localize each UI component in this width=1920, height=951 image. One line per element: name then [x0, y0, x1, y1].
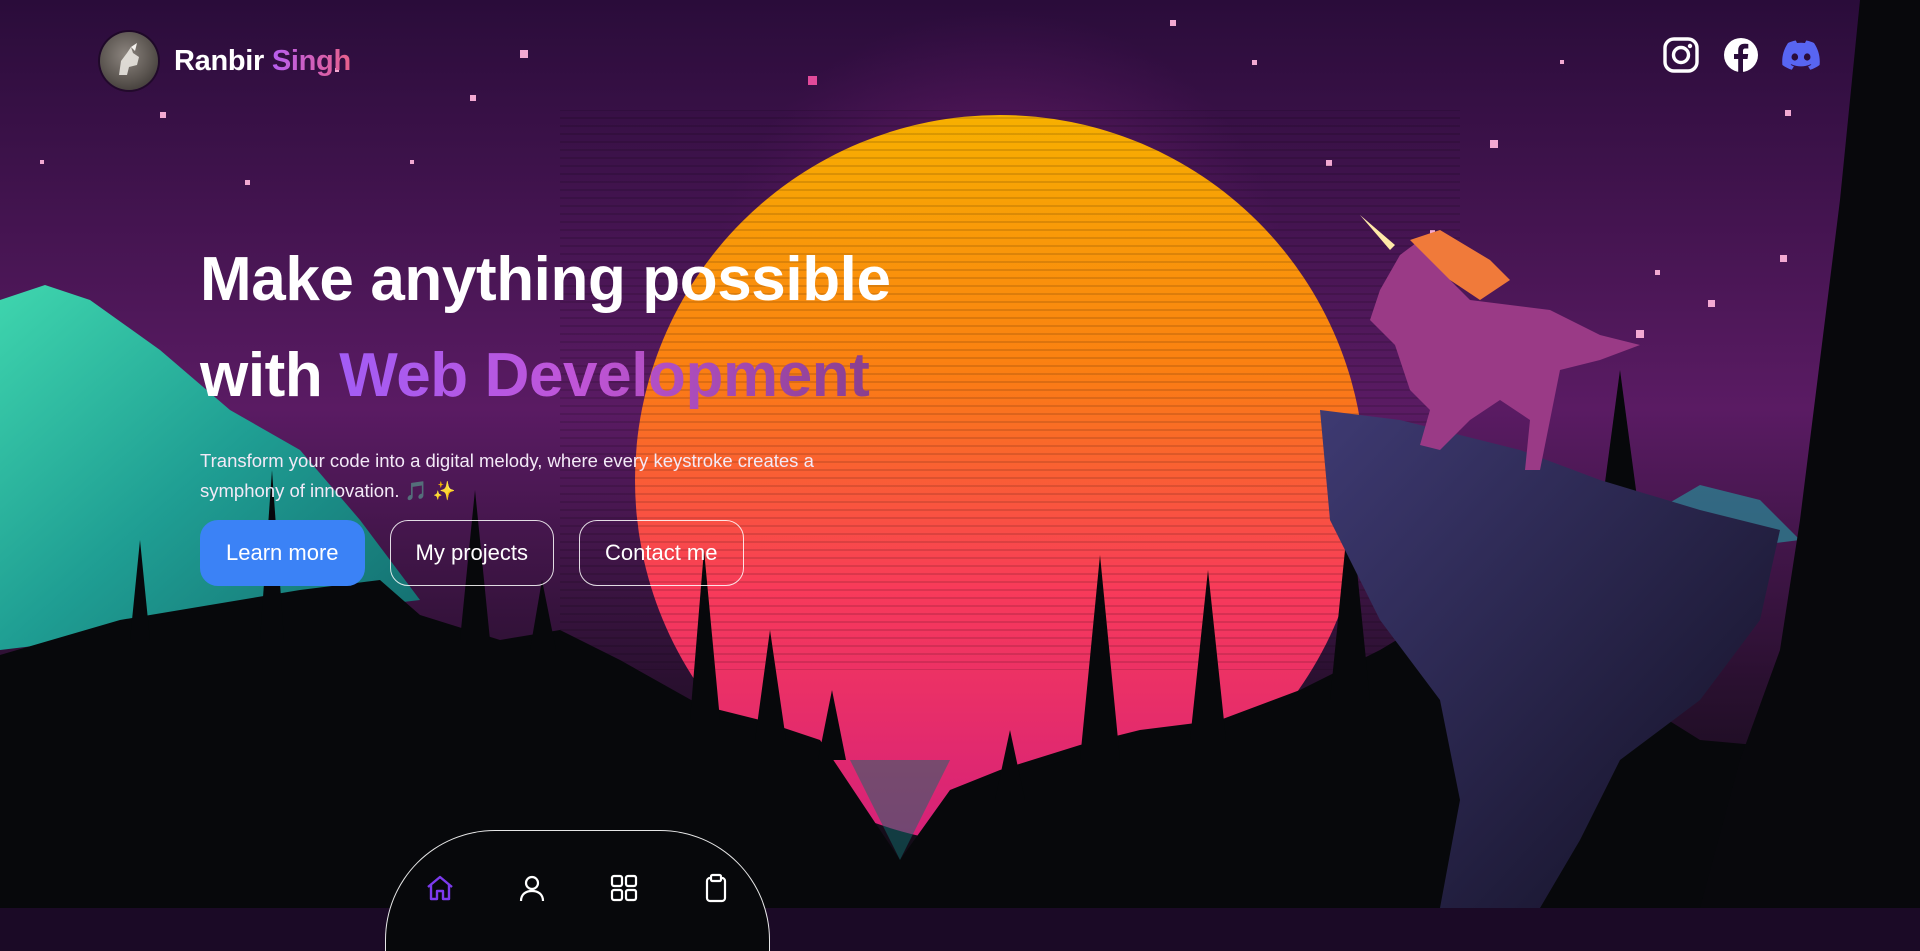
headline-line1: Make anything possible [200, 245, 891, 314]
bottom-dock-nav [385, 830, 770, 951]
headline-line2-prefix: with [200, 341, 340, 410]
cta-buttons: Learn more My projects Contact me [200, 520, 744, 586]
contact-me-button[interactable]: Contact me [579, 520, 744, 586]
hero-subtitle: Transform your code into a digital melod… [200, 450, 814, 501]
hero-headline: Make anything possible with Web Developm… [200, 232, 960, 424]
brand-first-name: Ranbir [174, 44, 265, 77]
social-links [1662, 36, 1820, 74]
hero-section: Make anything possible with Web Developm… [200, 232, 960, 506]
brand-last-name: Singh [271, 44, 351, 77]
home-icon[interactable] [417, 865, 463, 911]
unicorn-avatar-icon [100, 32, 158, 90]
instagram-icon[interactable] [1662, 36, 1700, 74]
brand[interactable]: Ranbir Singh [100, 32, 351, 90]
my-projects-button[interactable]: My projects [389, 520, 554, 586]
brand-name: Ranbir Singh [174, 45, 351, 78]
facebook-icon[interactable] [1722, 36, 1760, 74]
headline-highlight: Web Development [339, 341, 870, 410]
learn-more-button[interactable]: Learn more [200, 520, 365, 586]
discord-icon[interactable] [1782, 36, 1820, 74]
grid-icon[interactable] [601, 865, 647, 911]
top-nav: Ranbir Singh [0, 0, 1920, 120]
user-icon[interactable] [509, 865, 555, 911]
clipboard-icon[interactable] [693, 865, 739, 911]
